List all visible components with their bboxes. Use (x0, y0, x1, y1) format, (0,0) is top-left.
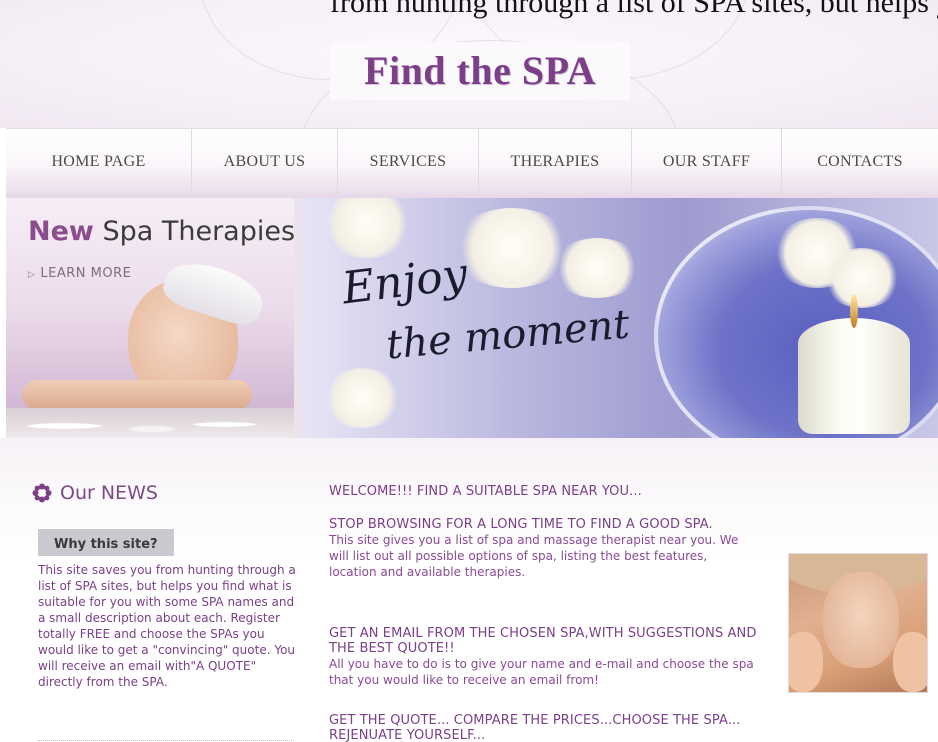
welcome-heading: WELCOME!!! FIND A SUITABLE SPA NEAR YOU.… (329, 484, 642, 499)
facial-massage-image (788, 553, 928, 693)
banner-script-line1: Enjoy (339, 248, 471, 315)
stop-browsing-heading: STOP BROWSING FOR A LONG TIME TO FIND A … (329, 517, 713, 532)
face-shape (823, 572, 899, 668)
promo-title-rest: Spa Therapies (93, 216, 296, 247)
candle-image (798, 318, 910, 434)
hand-shape (789, 632, 823, 692)
flower-image (822, 248, 902, 308)
clipped-text-fragment: from hunting through a list of SPA sites… (0, 0, 938, 24)
main-nav: HOME PAGE ABOUT US SERVICES THERAPIES OU… (6, 128, 938, 198)
learn-more-link[interactable]: ▷ LEARN MORE (28, 266, 131, 281)
nav-therapies[interactable]: THERAPIES (479, 129, 632, 195)
sidebar-divider (38, 740, 294, 741)
nav-about[interactable]: ABOUT US (192, 129, 338, 195)
why-this-site-button[interactable]: Why this site? (38, 529, 174, 556)
nav-contacts[interactable]: CONTACTS (782, 129, 938, 195)
nav-services[interactable]: SERVICES (338, 129, 479, 195)
logo-text: Find the SPA (364, 48, 596, 93)
nav-home[interactable]: HOME PAGE (6, 129, 192, 195)
play-arrow-icon: ▷ (28, 270, 36, 280)
news-title: Our NEWS (60, 482, 158, 504)
arm-image (22, 380, 252, 410)
promo-title: New Spa Therapies (28, 216, 296, 247)
sidebar-text: This site saves you from hunting through… (38, 563, 296, 689)
flower-bullet-icon (32, 483, 52, 503)
promo-panel[interactable]: New Spa Therapies ▷ LEARN MORE (6, 198, 298, 438)
promo-title-new: New (28, 216, 94, 247)
quote-heading: GET THE QUOTE... COMPARE THE PRICES...CH… (329, 713, 741, 742)
email-text: All you have to do is to give your name … (329, 657, 754, 687)
pebbles-image (6, 408, 294, 438)
flower-image (322, 368, 402, 428)
why-this-site-label: Why this site? (54, 537, 158, 552)
stop-browsing-text: This site gives you a list of spa and ma… (329, 533, 739, 579)
hand-shape (893, 632, 927, 692)
candle-flame (850, 294, 858, 328)
email-heading: GET AN EMAIL FROM THE CHOSEN SPA,WITH SU… (329, 626, 757, 656)
nav-our-staff[interactable]: OUR STAFF (632, 129, 782, 195)
flower-image (322, 198, 412, 258)
flower-image (552, 238, 642, 298)
site-logo[interactable]: Find the SPA (330, 42, 630, 100)
banner-script-line2: the moment (384, 301, 632, 369)
spa-photo: Enjoy the moment (302, 198, 938, 438)
content-area: Our NEWS Why this site? This site saves … (0, 438, 938, 742)
news-heading: Our NEWS (32, 482, 158, 504)
banner: New Spa Therapies ▷ LEARN MORE Enjoy the … (6, 198, 938, 438)
clipped-text: from hunting through a list of SPA sites… (330, 0, 938, 19)
learn-more-label: LEARN MORE (40, 266, 132, 281)
